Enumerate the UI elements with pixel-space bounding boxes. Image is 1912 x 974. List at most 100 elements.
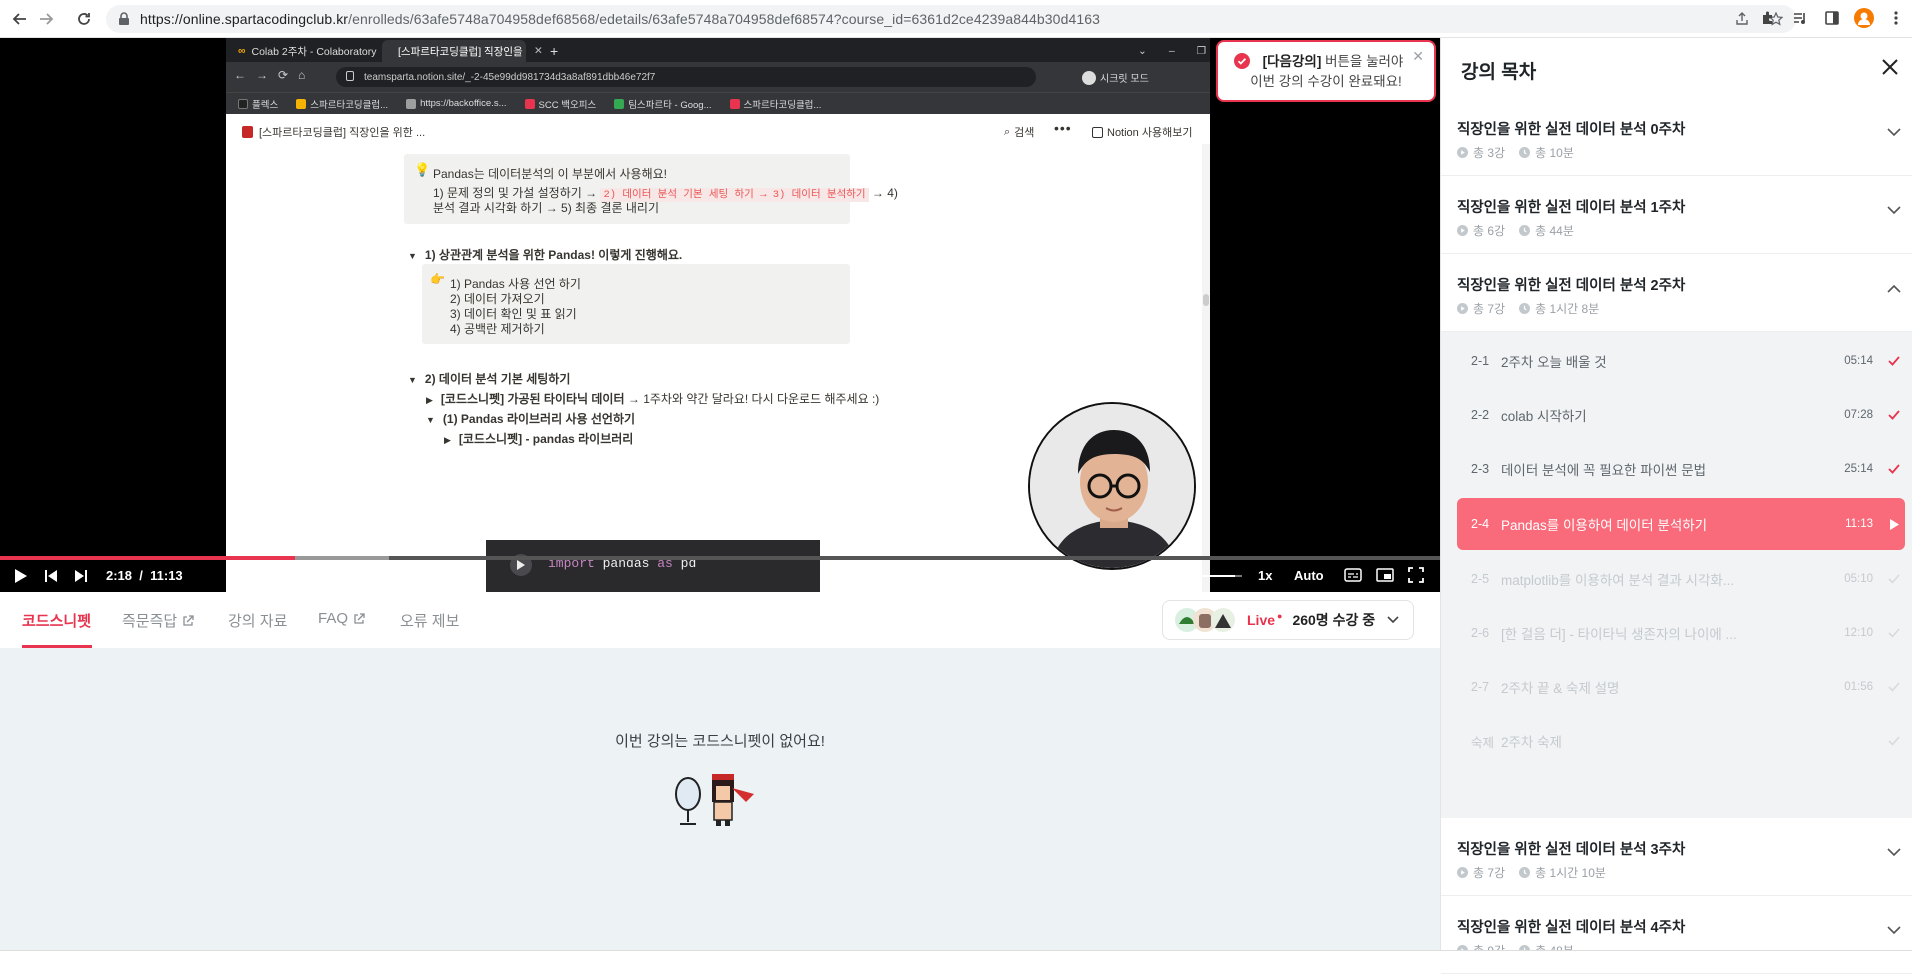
- play-triangle-icon: [1883, 518, 1905, 530]
- sub-toggle-snippet: ▶ [코드스니펫] - pandas 라이브러리: [444, 432, 634, 446]
- live-viewers-dropdown[interactable]: Live ● 260명 수강 중: [1162, 600, 1414, 640]
- inner-bookmarks-bar: 플렉스 스파르타코딩클럽... https://backoffice.s... …: [226, 92, 1210, 114]
- tab-lecture-material[interactable]: 강의 자료: [228, 610, 287, 631]
- play-circle-icon: [1457, 225, 1468, 236]
- more-dots-icon: •••: [1054, 120, 1072, 136]
- week-title: 직장인을 위한 실전 데이터 분석 3주차: [1457, 842, 1686, 858]
- lesson-item[interactable]: 2-1 2주차 오늘 배울 것 05:14: [1457, 336, 1905, 386]
- notion-page-title: [스파르타코딩클럽] 직장인을 위한 ...: [259, 127, 426, 139]
- previous-icon[interactable]: [44, 569, 58, 583]
- check-icon: [1883, 574, 1905, 584]
- search-icon: ⌕: [1004, 125, 1011, 138]
- reload-icon[interactable]: [72, 7, 96, 31]
- tab-faq[interactable]: FAQ: [318, 610, 365, 627]
- lesson-item[interactable]: 2-5 matplotlib를 이용하여 분석 결과 시각화... 05:10: [1457, 554, 1905, 604]
- inner-toolbar: ← → ⟳ ⌂ teamsparta.notion.site/_-2-45e99…: [226, 62, 1210, 92]
- week-section-3[interactable]: 직장인을 위한 실전 데이터 분석 3주차 총 7강 총 1시간 10분: [1441, 818, 1912, 896]
- chevron-down-icon: [1887, 926, 1901, 935]
- pointing-hand-icon: 👉: [430, 272, 445, 286]
- video-player[interactable]: ∞ Colab 2주차 - Colaboratory [스파르타코딩클럽] 직장…: [0, 38, 1440, 592]
- lesson-item[interactable]: 숙제 2주차 숙제: [1457, 716, 1905, 766]
- inner-window-controls: ⌄–❐✕: [1138, 45, 1207, 57]
- url-text: https://online.spartacodingclub.kr/enrol…: [140, 11, 1100, 27]
- inner-tab-colab: ∞ Colab 2주차 - Colaboratory: [238, 45, 377, 58]
- external-link-icon: [182, 614, 194, 627]
- instructor-webcam: [1028, 402, 1196, 570]
- week-section-0[interactable]: 직장인을 위한 실전 데이터 분석 0주차 총 3강 총 10분: [1441, 98, 1912, 176]
- lesson-item-current[interactable]: 2-4 Pandas를 이용하여 데이터 분석하기 11:13: [1457, 498, 1905, 550]
- next-icon[interactable]: [74, 569, 88, 583]
- toast-line1: [다음강의] 버튼을 눌러야: [1262, 54, 1404, 69]
- more-menu-icon[interactable]: [1886, 8, 1906, 28]
- steps-callout: 👉 1) Pandas 사용 선언 하기 2) 데이터 가져오기 3) 데이터 …: [422, 264, 850, 344]
- check-icon: [1883, 682, 1905, 692]
- inner-address-bar: teamsparta.notion.site/_-2-45e99dd981734…: [336, 67, 1036, 87]
- callout-heading: Pandas는 데이터분석의 이 부분에서 사용해요!: [433, 167, 668, 181]
- check-icon: [1883, 736, 1905, 746]
- volume-icon[interactable]: [1144, 568, 1160, 584]
- side-panel-icon[interactable]: [1822, 8, 1842, 28]
- share-icon[interactable]: [1732, 9, 1752, 29]
- live-count: 260명 수강 중: [1292, 612, 1376, 628]
- notion-page-icon: [242, 126, 253, 138]
- lesson-item[interactable]: 2-3 데이터 분석에 꼭 필요한 파이썬 문법 25:14: [1457, 444, 1905, 494]
- inner-bookmark: https://backoffice.s...: [406, 98, 507, 109]
- quality-button[interactable]: Auto: [1294, 568, 1324, 583]
- fullscreen-icon[interactable]: [1408, 567, 1424, 583]
- lesson-item[interactable]: 2-2 colab 시작하기 07:28: [1457, 390, 1905, 440]
- toggle-heading-1: ▼ 1) 상관관계 분석을 위한 Pandas! 이렇게 진행해요.: [408, 248, 683, 262]
- close-icon[interactable]: [1881, 58, 1899, 76]
- external-link-icon: [353, 612, 365, 625]
- profile-avatar[interactable]: [1854, 8, 1874, 28]
- colab-logo-icon: ∞: [238, 45, 246, 57]
- week-section-2[interactable]: 직장인을 위한 실전 데이터 분석 2주차 총 7강 총 1시간 8분: [1441, 254, 1912, 332]
- lightbulb-icon: 💡: [414, 162, 431, 177]
- play-icon[interactable]: [14, 568, 28, 584]
- check-icon: [1883, 356, 1905, 366]
- notion-search: ⌕ 검색: [1004, 125, 1035, 140]
- inner-bookmark: 스파르타코딩클럽...: [729, 97, 821, 111]
- tab-error-report[interactable]: 오류 제보: [400, 610, 459, 631]
- week-meta: 총 6강 총 44분: [1457, 222, 1574, 239]
- notion-logo-icon: [1092, 126, 1103, 138]
- inner-bookmark: SCC 백오피스: [524, 97, 596, 111]
- video-controls: 2:18 / 11:13 1x Auto: [0, 560, 1440, 592]
- play-circle-icon: [1457, 303, 1468, 314]
- play-circle-icon: [1457, 867, 1468, 878]
- volume-slider[interactable]: [1170, 575, 1242, 577]
- week-section-4[interactable]: 직장인을 위한 실전 데이터 분석 4주차 총 9강 총 48분: [1441, 896, 1912, 974]
- check-circle-icon: [1234, 53, 1250, 69]
- curriculum-header: 강의 목차: [1441, 38, 1912, 98]
- extensions-puzzle-icon[interactable]: [1758, 8, 1778, 28]
- check-icon: [1883, 410, 1905, 420]
- captions-icon[interactable]: [1344, 568, 1362, 582]
- inner-bookmark: 플렉스: [238, 97, 278, 111]
- incognito-icon: [1082, 70, 1096, 85]
- inner-secret-mode: 시크릿 모드: [1082, 70, 1149, 85]
- back-arrow-icon[interactable]: [8, 7, 32, 31]
- playback-speed-button[interactable]: 1x: [1258, 568, 1272, 583]
- lesson-item[interactable]: 2-7 2주차 끝 & 숙제 설명 01:56: [1457, 662, 1905, 712]
- chevron-down-icon: [1387, 616, 1399, 624]
- sub-toggle-data: ▶ [코드스니펫] 가공된 타이타닉 데이터 → 1주차와 약간 달라요! 다시 …: [426, 392, 880, 406]
- picture-in-picture-icon[interactable]: [1376, 568, 1394, 582]
- forward-arrow-icon[interactable]: [34, 7, 58, 31]
- clock-icon: [1519, 303, 1531, 314]
- notion-scrollbar: [1202, 144, 1210, 592]
- sub-toggle-pandas: ▼ (1) Pandas 라이브러리 사용 선언하기: [426, 412, 636, 426]
- clock-icon: [1519, 225, 1531, 236]
- live-label: Live: [1247, 612, 1276, 628]
- address-bar[interactable]: https://online.spartacodingclub.kr/enrol…: [106, 5, 1796, 33]
- tab-code-snippet[interactable]: 코드스니펫: [22, 610, 91, 631]
- toast-close-icon[interactable]: ✕: [1412, 46, 1424, 66]
- tab-qna[interactable]: 즉문즉답: [122, 610, 194, 631]
- browser-toolbar: https://online.spartacodingclub.kr/enrol…: [0, 0, 1912, 38]
- empty-snippet-message: 이번 강의는 코드스니펫이 없어요!: [615, 733, 825, 750]
- clock-icon: [1519, 867, 1531, 878]
- media-control-icon[interactable]: [1790, 8, 1810, 28]
- week-section-1[interactable]: 직장인을 위한 실전 데이터 분석 1주차 총 6강 총 44분: [1441, 176, 1912, 254]
- lesson-item[interactable]: 2-6 [한 걸음 더] - 타이타닉 생존자의 나이에 ... 12:10: [1457, 608, 1905, 658]
- notion-try-button: Notion 사용해보기: [1092, 124, 1192, 140]
- toast-line2: 이번 강의 수강이 완료돼요!: [1250, 74, 1402, 89]
- chevron-up-icon: [1887, 284, 1901, 293]
